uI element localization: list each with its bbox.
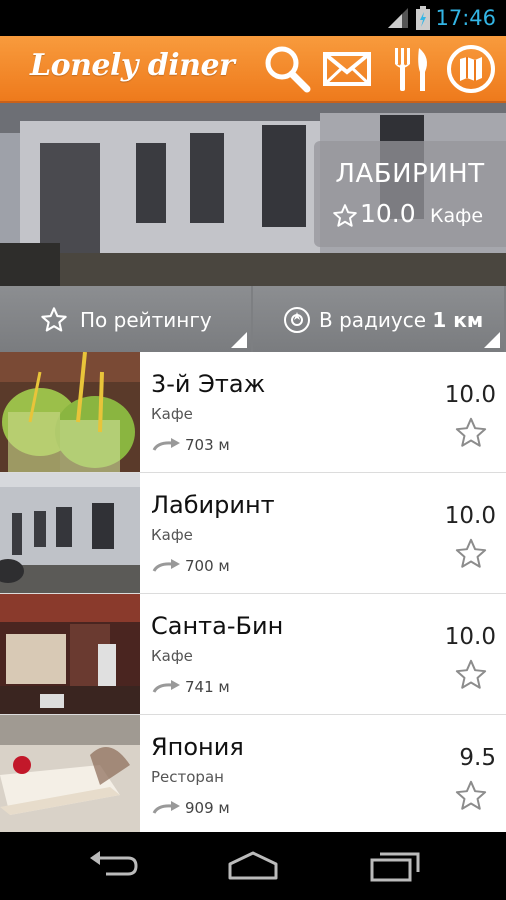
restaurant-thumbnail — [0, 473, 140, 593]
battery-icon — [416, 6, 430, 30]
restaurant-rating: 10.0 — [444, 503, 496, 529]
radius-filter[interactable]: В радиусе 1 км — [253, 286, 504, 352]
radius-label: В радиусе 1 км — [319, 308, 483, 332]
compass-icon — [284, 307, 310, 333]
featured-info-card: ЛАБИРИНТ 10.0 Кафе — [314, 141, 506, 247]
radius-label-text: В радиусе — [319, 308, 426, 332]
restaurant-rating: 10.0 — [444, 624, 496, 650]
featured-banner[interactable]: ЛАБИРИНТ 10.0 Кафе — [0, 103, 506, 286]
map-icon[interactable] — [446, 44, 496, 94]
signal-icon — [388, 8, 408, 28]
star-icon — [333, 204, 357, 227]
filter-bar: По рейтингу В радиусе 1 км — [0, 286, 506, 352]
sort-by-rating-label: По рейтингу — [80, 308, 212, 332]
restaurant-name: Япония — [151, 733, 244, 761]
system-nav-bar — [0, 832, 506, 900]
radius-value: 1 км — [432, 308, 484, 332]
route-arrow-icon — [152, 438, 180, 451]
restaurant-thumbnail — [0, 715, 140, 832]
fork-knife-icon[interactable] — [387, 44, 437, 94]
restaurant-name: 3-й Этаж — [151, 370, 266, 398]
restaurant-thumbnail — [0, 594, 140, 714]
list-item[interactable]: 3-й Этаж Кафе 703 м 10.0 — [0, 352, 506, 473]
home-icon[interactable] — [226, 850, 280, 882]
sort-by-rating-filter[interactable]: По рейтингу — [0, 286, 251, 352]
dropdown-corner-icon — [231, 332, 247, 348]
restaurant-type: Кафе — [151, 405, 193, 423]
restaurant-type: Ресторан — [151, 768, 224, 786]
list-item[interactable]: Лабиринт Кафе 700 м 10.0 — [0, 473, 506, 594]
featured-name: ЛАБИРИНТ — [335, 159, 485, 189]
restaurant-type: Кафе — [151, 647, 193, 665]
restaurant-type: Кафе — [151, 526, 193, 544]
restaurant-thumbnail — [0, 352, 140, 472]
restaurant-rating: 9.5 — [459, 745, 496, 771]
restaurant-list: 3-й Этаж Кафе 703 м 10.0 Лабиринт Кафе 7… — [0, 352, 506, 832]
restaurant-name: Санта-Бин — [151, 612, 284, 640]
app-logo: Lonely diner — [30, 48, 235, 83]
restaurant-distance: 700 м — [185, 557, 230, 575]
dropdown-corner-icon — [484, 332, 500, 348]
status-time: 17:46 — [435, 6, 496, 30]
status-bar: 17:46 — [0, 0, 506, 36]
route-arrow-icon — [152, 680, 180, 693]
featured-rating: 10.0 — [360, 199, 416, 228]
favorite-star-icon[interactable] — [454, 658, 488, 692]
restaurant-distance: 909 м — [185, 799, 230, 817]
favorite-star-icon[interactable] — [454, 416, 488, 450]
search-icon[interactable] — [262, 44, 312, 94]
route-arrow-icon — [152, 801, 180, 814]
mail-icon[interactable] — [322, 44, 372, 94]
restaurant-rating: 10.0 — [444, 382, 496, 408]
restaurant-distance: 703 м — [185, 436, 230, 454]
featured-type: Кафе — [430, 205, 484, 227]
action-bar: Lonely diner — [0, 36, 506, 103]
recent-apps-icon[interactable] — [368, 850, 422, 882]
restaurant-name: Лабиринт — [151, 491, 275, 519]
list-item[interactable]: Япония Ресторан 909 м 9.5 — [0, 715, 506, 832]
favorite-star-icon[interactable] — [454, 779, 488, 813]
route-arrow-icon — [152, 559, 180, 572]
favorite-star-icon[interactable] — [454, 537, 488, 571]
list-item[interactable]: Санта-Бин Кафе 741 м 10.0 — [0, 594, 506, 715]
restaurant-distance: 741 м — [185, 678, 230, 696]
star-icon — [41, 307, 67, 332]
back-icon[interactable] — [86, 850, 140, 882]
